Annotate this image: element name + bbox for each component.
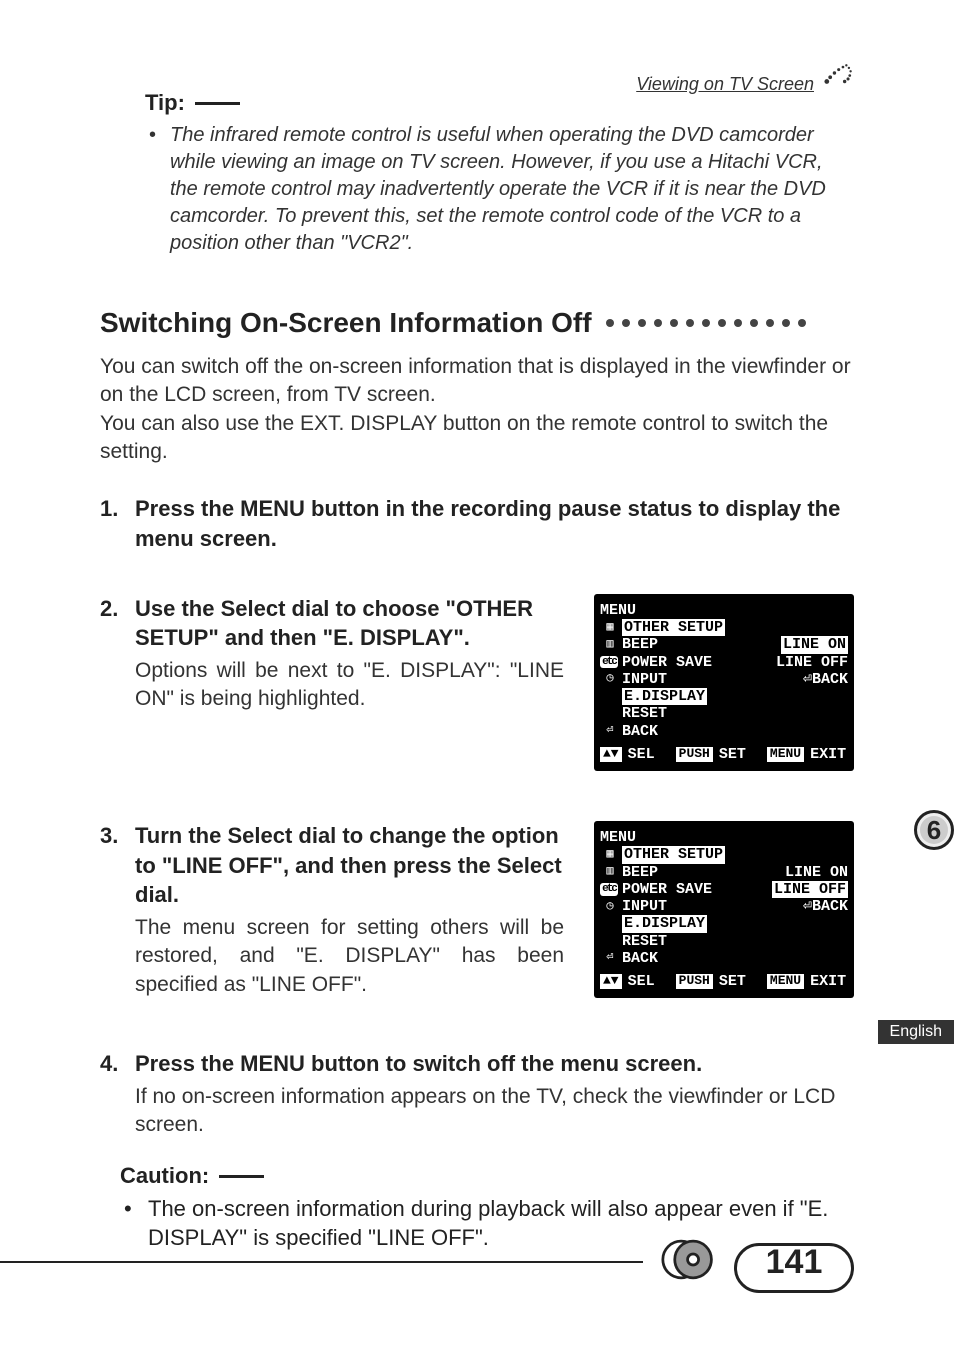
step-number: 2.: [100, 594, 125, 653]
section-dots-icon: [606, 319, 806, 327]
step-1: 1. Press the MENU button in the recordin…: [100, 494, 854, 553]
step-number: 1.: [100, 494, 125, 553]
disc-icon: [661, 1232, 716, 1292]
header: Viewing on TV Screen: [636, 56, 854, 95]
menu-screenshot-1: MENU▦OTHER SETUP▥BEEPLINE ONetcPOWER SAV…: [594, 594, 854, 771]
step-3: 3. Turn the Select dial to change the op…: [100, 821, 854, 999]
chapter-number: 6: [914, 810, 954, 850]
language-tab: English: [878, 1020, 954, 1044]
step-bold: Press the MENU button to switch off the …: [135, 1049, 702, 1079]
menu-screenshot-2: MENU▦OTHER SETUP▥BEEPLINE ONetcPOWER SAV…: [594, 821, 854, 998]
step-4: 4. Press the MENU button to switch off t…: [100, 1049, 854, 1139]
section-title: Switching On-Screen Information Off: [100, 307, 854, 339]
intro-text: You can switch off the on-screen informa…: [100, 353, 854, 466]
dash-icon: [195, 102, 240, 105]
tip-text: The infrared remote control is useful wh…: [145, 122, 854, 257]
caution-heading: Caution:: [120, 1163, 854, 1189]
step-bold: Use the Select dial to choose "OTHER SET…: [135, 594, 564, 653]
header-section-text: Viewing on TV Screen: [636, 74, 814, 95]
chapter-tab: 6: [914, 810, 954, 850]
step-2: 2. Use the Select dial to choose "OTHER …: [100, 594, 854, 771]
step-number: 4.: [100, 1049, 125, 1079]
footer-line: [0, 1261, 643, 1263]
step-number: 3.: [100, 821, 125, 910]
section-title-text: Switching On-Screen Information Off: [100, 307, 592, 339]
swirl-icon: [820, 56, 854, 95]
step-bold: Turn the Select dial to change the optio…: [135, 821, 564, 910]
step-desc: The menu screen for setting others will …: [135, 914, 564, 999]
step-desc: Options will be next to "E. DISPLAY": "L…: [135, 657, 564, 714]
dash-icon: [219, 1175, 264, 1178]
page-number: 141: [766, 1243, 823, 1282]
step-bold: Press the MENU button in the recording p…: [135, 494, 854, 553]
caution-label: Caution:: [120, 1163, 209, 1189]
step-desc: If no on-screen information appears on t…: [135, 1083, 854, 1140]
tip-label: Tip:: [145, 90, 185, 116]
footer: 141: [0, 1232, 854, 1292]
